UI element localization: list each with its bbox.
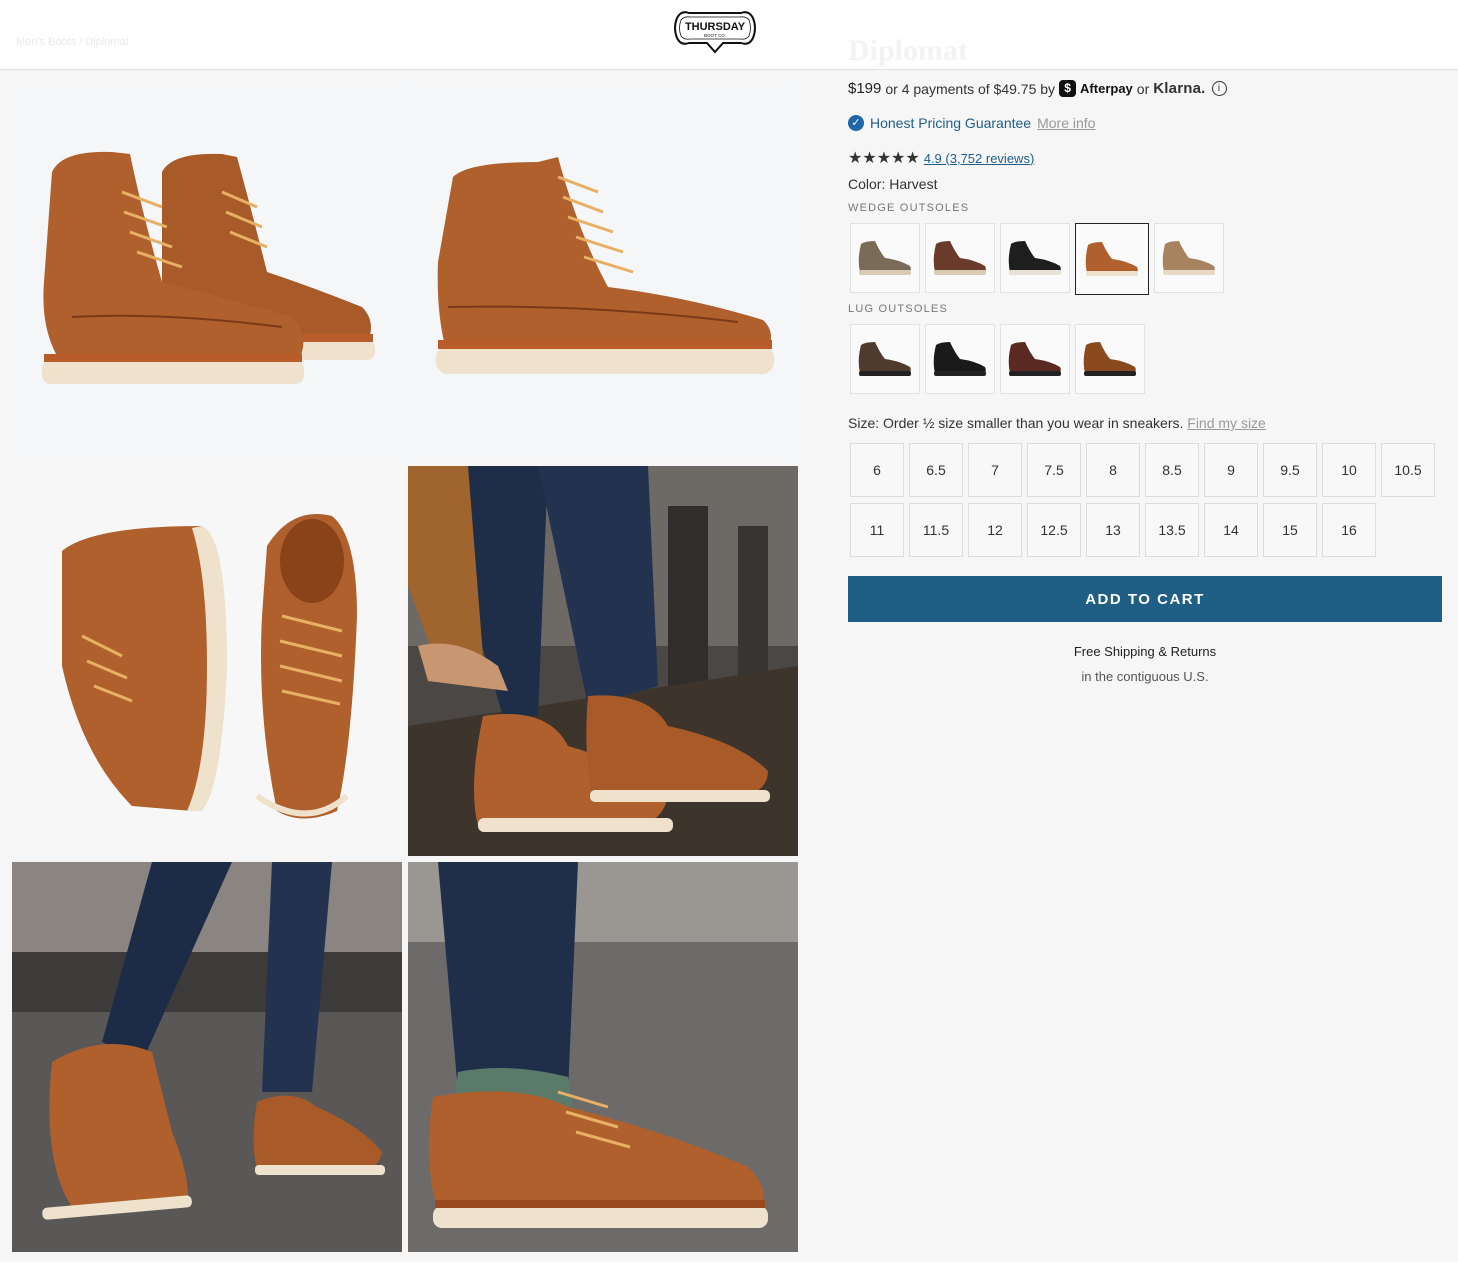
guarantee-label: Honest Pricing Guarantee (870, 115, 1032, 131)
size-option-button[interactable]: 9 (1204, 443, 1258, 497)
boot-thumbnail-icon (1008, 241, 1061, 275)
boot-thumbnail-icon (1162, 241, 1215, 275)
rating-row: ★★★★★ 4.9 (3,752 reviews) (848, 148, 1034, 168)
klarna-label: Klarna. (1153, 80, 1206, 97)
size-option-button[interactable]: 10.5 (1381, 443, 1435, 497)
boot-thumbnail-icon (933, 342, 986, 376)
star-rating-icon: ★★★★★ (848, 150, 920, 167)
walking-scene-illustration (12, 862, 402, 1252)
boot-thumbnail-icon (858, 241, 911, 275)
size-option-button[interactable]: 13 (1086, 503, 1140, 557)
boot-thumbnail-icon (858, 342, 911, 376)
wedge-swatches (850, 223, 1224, 295)
checkmark-badge-icon: ✓ (848, 115, 864, 131)
size-option-button[interactable]: 8.5 (1145, 443, 1199, 497)
boot-thumbnail-icon (1083, 342, 1136, 376)
more-info-link[interactable]: More info (1037, 115, 1095, 131)
lifestyle-standing-image[interactable] (408, 862, 798, 1252)
size-option-button[interactable]: 15 (1263, 503, 1317, 557)
breadcrumb[interactable]: Men's Boots / Diplomat (16, 36, 129, 48)
size-option-button[interactable]: 11 (850, 503, 904, 557)
wedge-swatch[interactable] (925, 223, 995, 293)
boot-thumbnail-icon (933, 241, 986, 275)
shipping-subtitle: in the contiguous U.S. (1081, 669, 1209, 684)
boot-top-down-image[interactable] (12, 466, 402, 856)
shipping-title: Free Shipping & Returns (1073, 644, 1217, 659)
lacing-scene-illustration (408, 466, 798, 856)
honest-pricing-guarantee: ✓ Honest Pricing Guarantee More info (848, 115, 1095, 131)
wedge-swatch[interactable] (1154, 223, 1224, 293)
boot-thumbnail-icon (1008, 342, 1061, 376)
find-my-size-link[interactable]: Find my size (1187, 415, 1266, 431)
product-gallery (0, 70, 810, 1262)
size-option-button[interactable]: 7 (968, 443, 1022, 497)
size-row: 11 11.5 12 12.5 13 13.5 14 15 16 (850, 503, 1442, 557)
lifestyle-lacing-image[interactable] (408, 466, 798, 856)
lug-outsoles-label: LUG OUTSOLES (848, 303, 948, 315)
boot-topdown-illustration (12, 466, 402, 856)
size-option-button[interactable]: 13.5 (1145, 503, 1199, 557)
lug-swatches (850, 324, 1145, 394)
size-option-button[interactable]: 10 (1322, 443, 1376, 497)
size-option-button[interactable]: 9.5 (1263, 443, 1317, 497)
size-option-button[interactable]: 6 (850, 443, 904, 497)
color-label: Color: Harvest (848, 176, 938, 192)
boot-pair-angle-image[interactable] (12, 82, 402, 462)
size-label: Size: Order ½ size smaller than you wear… (848, 415, 1266, 431)
or-text: or (1136, 80, 1150, 97)
lifestyle-walking-image[interactable] (12, 862, 402, 1252)
logo-wordmark: THURSDAY (685, 21, 746, 33)
site-header: Men's Boots / Diplomat THURSDAY BOOT CO. (0, 0, 1458, 70)
product-title: Diplomat (848, 34, 968, 67)
size-option-button[interactable]: 8 (1086, 443, 1140, 497)
boot-side-profile-image[interactable] (408, 82, 798, 462)
size-option-button[interactable]: 11.5 (909, 503, 963, 557)
size-option-button[interactable]: 12 (968, 503, 1022, 557)
standing-scene-illustration (408, 862, 798, 1252)
lug-swatch[interactable] (925, 324, 995, 394)
lug-swatch[interactable] (850, 324, 920, 394)
size-grid: 6 6.5 7 7.5 8 8.5 9 9.5 10 10.5 11 11.5 12 12.5 13 13.… (850, 443, 1442, 563)
lug-swatch[interactable] (1075, 324, 1145, 394)
info-icon[interactable]: i (1211, 81, 1227, 96)
wedge-swatch[interactable] (1000, 223, 1070, 293)
price-row: $199 or 4 payments of $49.75 by $ Afterp… (848, 80, 1227, 97)
lug-swatch[interactable] (1000, 324, 1070, 394)
price: $199 (848, 80, 882, 97)
size-advice: Size: Order ½ size smaller than you wear… (848, 415, 1184, 431)
size-option-button[interactable]: 6.5 (909, 443, 963, 497)
size-row: 6 6.5 7 7.5 8 8.5 9 9.5 10 10.5 (850, 443, 1442, 497)
wedge-swatch[interactable] (850, 223, 920, 293)
wedge-swatch[interactable] (1075, 223, 1149, 295)
size-option-button[interactable]: 14 (1204, 503, 1258, 557)
wedge-outsoles-label: WEDGE OUTSOLES (848, 202, 970, 214)
reviews-link[interactable]: 4.9 (3,752 reviews) (924, 151, 1035, 166)
boot-side-illustration (408, 82, 798, 462)
installments-text: or 4 payments of $49.75 by (885, 80, 1056, 97)
afterpay-label: Afterpay (1080, 81, 1133, 96)
thursday-logo[interactable]: THURSDAY BOOT CO. (671, 4, 759, 58)
afterpay-icon: $ (1059, 80, 1077, 97)
add-to-cart-button[interactable]: ADD TO CART (848, 576, 1442, 622)
boot-pair-illustration (12, 82, 402, 462)
size-option-button[interactable]: 16 (1322, 503, 1376, 557)
boot-thumbnail-icon (1085, 242, 1138, 276)
size-option-button[interactable]: 7.5 (1027, 443, 1081, 497)
size-option-button[interactable]: 12.5 (1027, 503, 1081, 557)
logo-subtext: BOOT CO. (704, 33, 726, 38)
